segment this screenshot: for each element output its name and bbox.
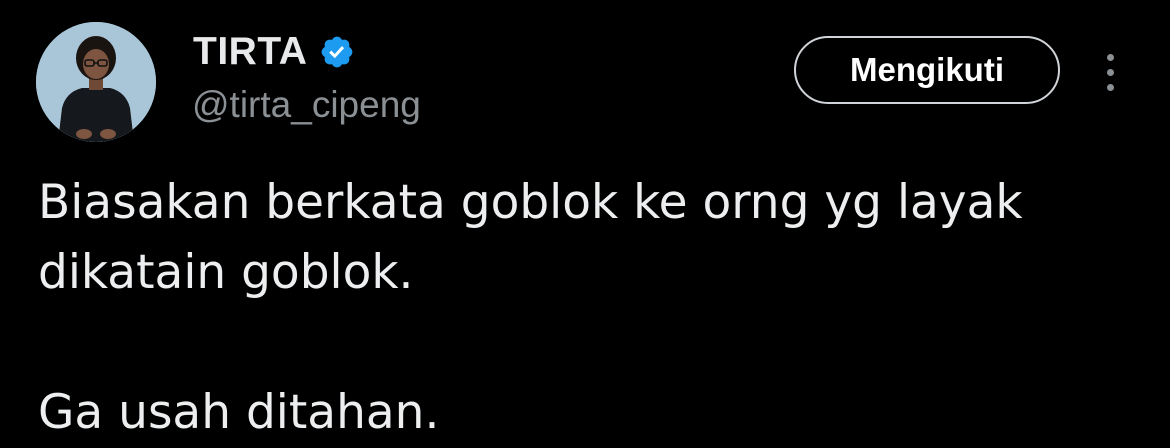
author-display-name[interactable]: TIRTA	[193, 30, 307, 74]
tweet-body: Biasakan berkata goblok ke orng yg layak…	[38, 168, 1138, 448]
tweet-card: TIRTA @tirta_cipeng Mengikuti Biasakan b…	[0, 0, 1170, 448]
tweet-line: dikatain goblok.	[38, 245, 414, 300]
author-handle[interactable]: @tirta_cipeng	[192, 84, 421, 126]
more-dot	[1106, 53, 1114, 61]
author-avatar[interactable]	[36, 22, 156, 142]
following-button[interactable]: Mengikuti	[794, 36, 1060, 104]
author-name-row: TIRTA	[193, 30, 355, 74]
more-options-icon[interactable]	[1092, 44, 1128, 100]
avatar-photo-icon	[36, 22, 156, 142]
more-dot	[1106, 83, 1114, 91]
tweet-line: Biasakan berkata goblok ke orng yg layak	[38, 175, 1023, 230]
more-dot	[1106, 68, 1114, 76]
tweet-line: Ga usah ditahan.	[38, 385, 440, 440]
verified-badge-icon[interactable]	[319, 34, 355, 70]
